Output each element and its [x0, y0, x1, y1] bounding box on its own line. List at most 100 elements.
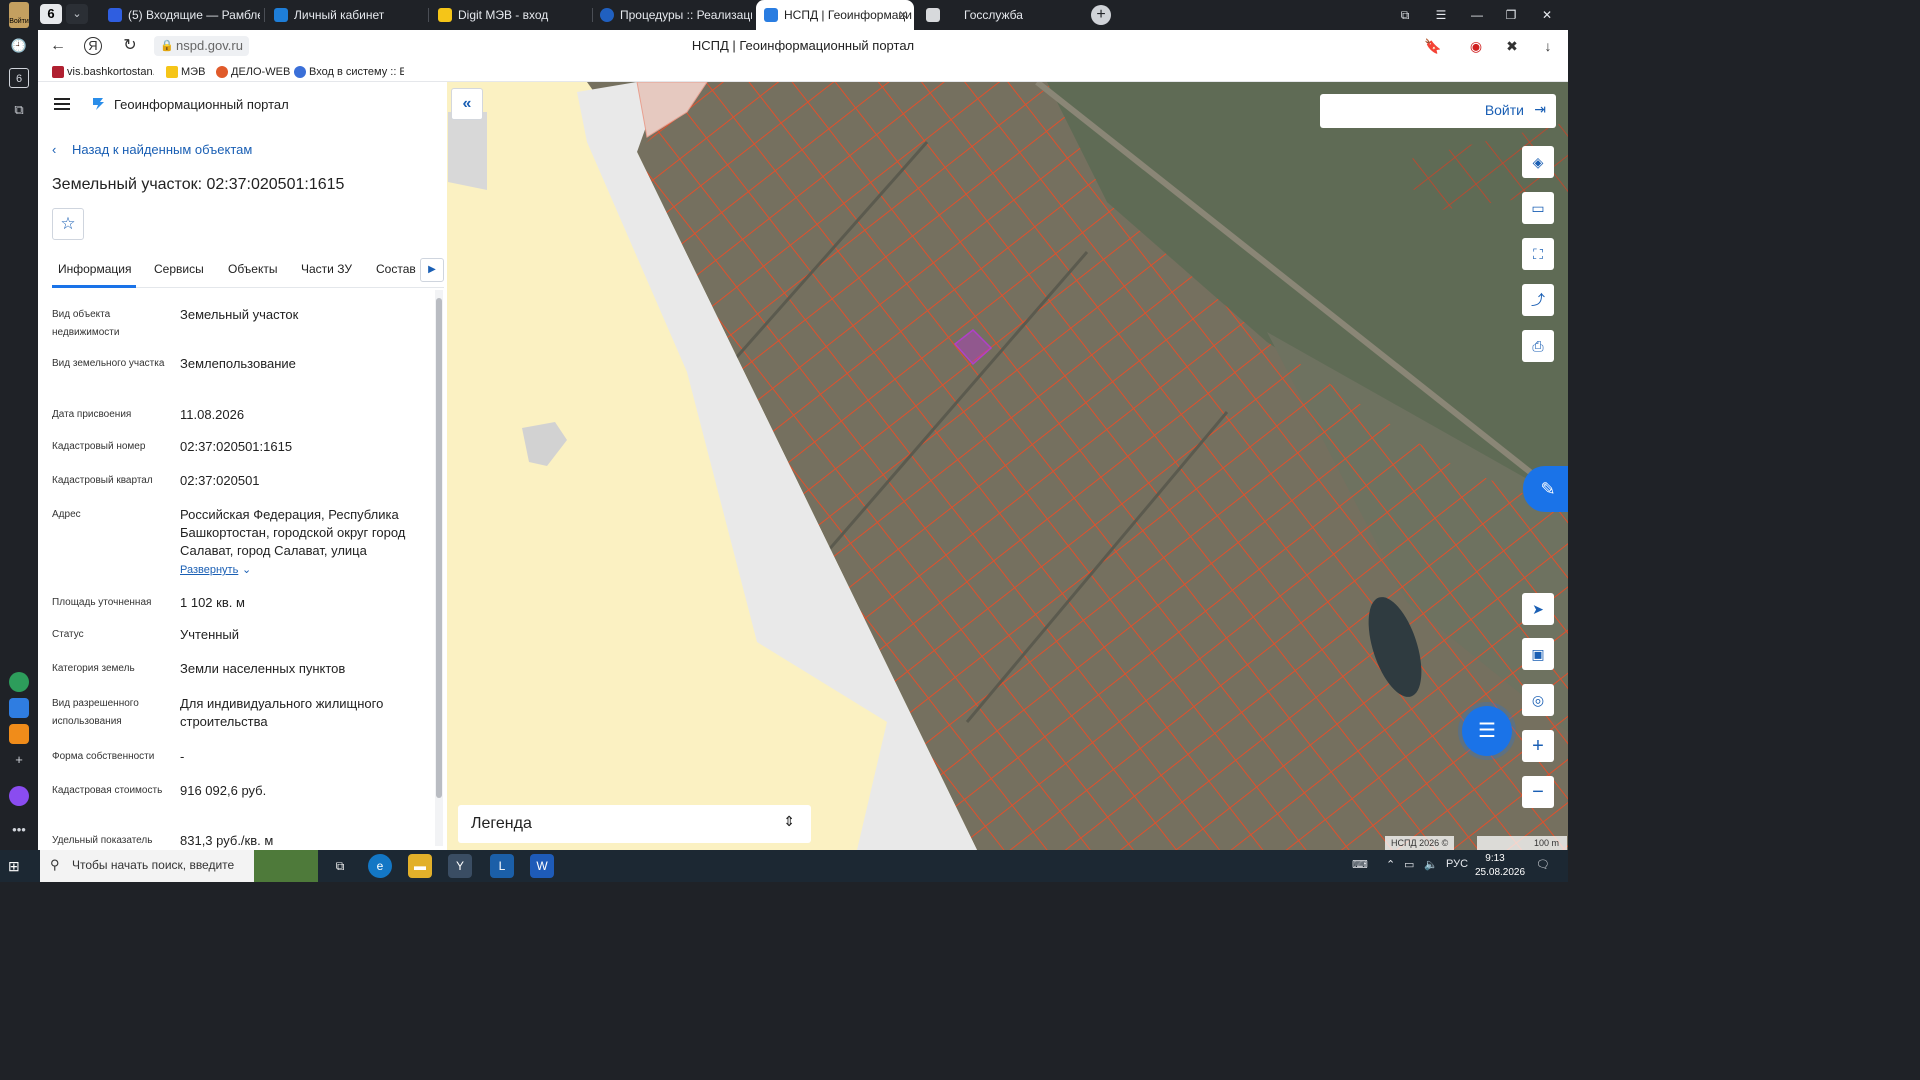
downloads-icon[interactable]: ↓: [1538, 36, 1558, 56]
bookmark-icon: [52, 66, 64, 78]
bookmarks-bar: vis.bashkortostan.r МЭВ ДЕЛО-WEB Вход в …: [38, 62, 1568, 82]
tabs-count-icon[interactable]: 6: [9, 68, 29, 88]
address-text: Российская Федерация, Республика Башкорт…: [180, 507, 406, 558]
zoom-out-button[interactable]: −: [1522, 776, 1554, 808]
navigate-icon[interactable]: ➤: [1522, 593, 1554, 625]
favorite-star-button[interactable]: ☆: [52, 208, 84, 240]
tab-strip: 6 ⌄ (5) Входящие — Рамблер/ Личный кабин…: [38, 0, 1568, 30]
app-icon-blue[interactable]: [9, 698, 29, 718]
tab-cabinet[interactable]: Личный кабинет: [266, 0, 426, 30]
close-window-button[interactable]: ✕: [1530, 0, 1564, 30]
chat-icon[interactable]: ☰: [1462, 706, 1512, 756]
word-icon[interactable]: W: [530, 854, 554, 878]
windows-start-icon[interactable]: ⊞: [8, 858, 24, 874]
menu-icon[interactable]: ☰: [1424, 0, 1458, 30]
tab-composition[interactable]: Состав: [376, 262, 416, 276]
tab-parts[interactable]: Части ЗУ: [301, 262, 352, 276]
tab-mail[interactable]: (5) Входящие — Рамблер/: [100, 0, 260, 30]
bookmark-vis[interactable]: vis.bashkortostan.r: [52, 64, 154, 80]
tab-gossluzhba[interactable]: Госслужба: [918, 0, 1088, 30]
chevron-left-icon: ‹: [52, 142, 57, 157]
hamburger-menu-icon[interactable]: [54, 98, 70, 110]
tab-digit[interactable]: Digit МЭВ - вход: [430, 0, 590, 30]
more-icon[interactable]: •••: [9, 820, 29, 840]
gosuslugi-feedback-icon[interactable]: ✎: [1523, 466, 1568, 512]
notifications-icon[interactable]: 🗨: [1536, 858, 1550, 871]
bookmark-delo[interactable]: ДЕЛО-WEB: [216, 64, 290, 80]
tabs-scroll-right-button[interactable]: ▶: [420, 258, 444, 282]
print-icon[interactable]: ⎙: [1522, 330, 1554, 362]
location-search-icon[interactable]: ◎: [1522, 684, 1554, 716]
map-canvas: [447, 82, 1568, 850]
map-view[interactable]: « Войти ⇥ ◈ ▭ ⛶ ⤴ ⎙ ✎ ➤ ▣ ◎ + − ☰ Легенд…: [447, 82, 1568, 850]
restore-button[interactable]: ❐: [1494, 0, 1528, 30]
bookmark-icon[interactable]: 🔖: [1423, 36, 1443, 56]
search-banner-image: [254, 850, 318, 882]
lync-icon[interactable]: L: [490, 854, 514, 878]
new-tab-button[interactable]: +: [1091, 5, 1111, 25]
minimize-button[interactable]: —: [1460, 0, 1494, 30]
back-to-results-link[interactable]: ‹ Назад к найденным объектам: [52, 142, 252, 157]
browser-sidebar: Войти 🕘 6 ⧉ + •••: [0, 0, 38, 850]
windows-taskbar: ⊞ ⚲ Чтобы начать поиск, введите ⧉ e ▬ Y …: [0, 850, 1568, 882]
chevron-down-icon[interactable]: ⌄: [66, 4, 88, 24]
portal-logo-icon: [93, 98, 104, 110]
ruler-icon[interactable]: ▭: [1522, 192, 1554, 224]
collections-icon[interactable]: ⧉: [1388, 0, 1422, 30]
expand-address-link[interactable]: Развернуть ⌄: [180, 560, 424, 579]
tab-nspd[interactable]: НСПД | Геоинформаци ✕: [756, 0, 914, 30]
expand-collapse-icon: ⇕: [783, 813, 795, 829]
show-hidden-icons[interactable]: ⌃: [1386, 858, 1395, 871]
zoom-in-button[interactable]: +: [1522, 730, 1554, 762]
folder-icon: [166, 66, 178, 78]
tab-objects[interactable]: Объекты: [228, 262, 278, 276]
login-arrow-icon: ⇥: [1534, 101, 1546, 117]
globe-icon: [294, 66, 306, 78]
bookmark-login[interactable]: Вход в систему :: Е: [294, 64, 404, 80]
profile-button[interactable]: Войти: [9, 2, 29, 28]
tab-separator: [428, 8, 429, 22]
explorer-icon[interactable]: ▬: [408, 854, 432, 878]
alice-icon[interactable]: [9, 786, 29, 806]
login-button[interactable]: Войти ⇥: [1320, 94, 1556, 128]
clock[interactable]: 9:13 25.08.2026: [1475, 852, 1525, 880]
app-icon-green[interactable]: [9, 672, 29, 692]
history-icon[interactable]: 🕘: [9, 36, 29, 56]
share-icon[interactable]: ⤴: [1522, 284, 1554, 316]
language-indicator[interactable]: РУС: [1446, 858, 1468, 870]
tab-procedures[interactable]: Процедуры :: Реализация: [592, 0, 752, 30]
extension-icon[interactable]: ◉: [1466, 36, 1486, 56]
panel-scrollbar[interactable]: [435, 290, 443, 846]
add-panel-icon[interactable]: +: [9, 750, 29, 770]
task-view-icon[interactable]: ⧉: [328, 854, 352, 878]
keyboard-icon[interactable]: ⌨: [1352, 858, 1368, 871]
area-select-icon[interactable]: ⛶: [1522, 238, 1554, 270]
tab-count-badge[interactable]: 6: [40, 4, 62, 24]
screenshot-icon[interactable]: ⧉: [9, 100, 29, 120]
bookmark-mev[interactable]: МЭВ: [166, 64, 205, 80]
volume-icon[interactable]: 🔈: [1424, 858, 1438, 871]
yandex-browser-icon[interactable]: Y: [448, 854, 472, 878]
collapse-panel-button[interactable]: «: [451, 88, 483, 120]
network-icon[interactable]: ▭: [1404, 858, 1414, 871]
panel-tabs: Информация Сервисы Объекты Части ЗУ Сост…: [52, 254, 444, 288]
object-heading: Земельный участок: 02:37:020501:1615: [52, 176, 345, 193]
delo-icon: [216, 66, 228, 78]
info-panel: Геоинформационный портал ‹ Назад к найден…: [38, 82, 447, 850]
layers-icon[interactable]: ◈: [1522, 146, 1554, 178]
legend-dropdown[interactable]: Легенда ⇕: [458, 805, 811, 843]
active-tab-indicator: [52, 285, 136, 288]
mail-icon: [108, 8, 122, 22]
edge-icon[interactable]: e: [368, 854, 392, 878]
nspd-icon: [764, 8, 778, 22]
digit-icon: [438, 8, 452, 22]
scrollbar-thumb[interactable]: [436, 298, 442, 798]
tab-services[interactable]: Сервисы: [154, 262, 204, 276]
extension-k-icon[interactable]: ✖: [1502, 36, 1522, 56]
emblem-icon: [926, 8, 940, 22]
minimap-icon[interactable]: ▣: [1522, 638, 1554, 670]
tab-information[interactable]: Информация: [58, 262, 131, 276]
mail-app-icon[interactable]: [9, 724, 29, 744]
map-scale: 100 m: [1477, 836, 1567, 850]
close-icon[interactable]: ✕: [898, 0, 908, 30]
